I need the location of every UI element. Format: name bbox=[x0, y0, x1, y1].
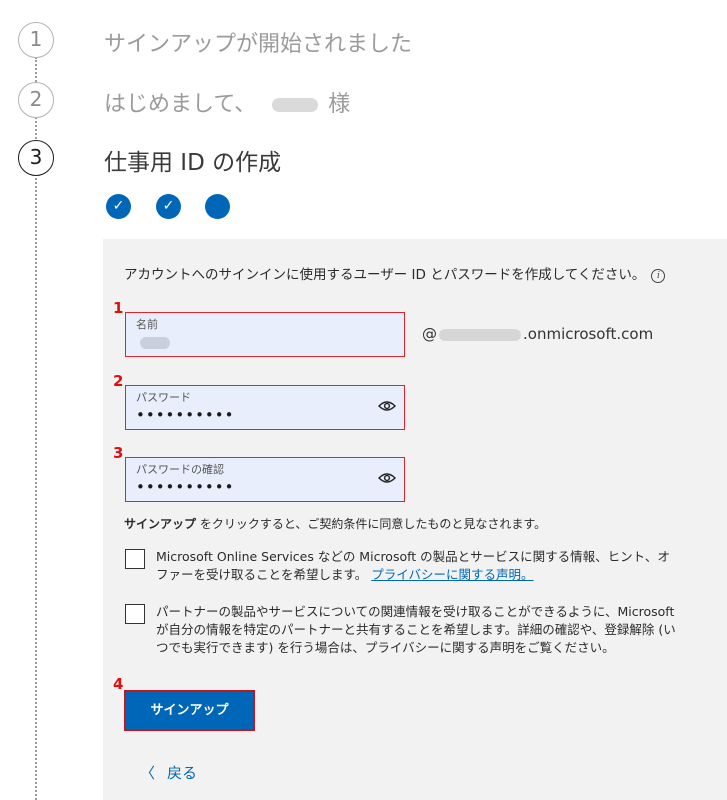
chevron-left-icon: 〈 bbox=[140, 764, 156, 782]
back-label: 戻る bbox=[167, 764, 198, 782]
progress-check-icon-1: ✓ bbox=[106, 194, 131, 219]
info-icon[interactable]: i bbox=[651, 269, 666, 283]
form-intro-text: アカウントへのサインインに使用するユーザー ID とパスワードを作成してください… bbox=[124, 267, 646, 283]
step-rail-1 bbox=[35, 57, 37, 85]
name-field[interactable]: 名前 bbox=[125, 312, 405, 357]
terms-notice: サインアップ をクリックすると、ご契約条件に同意したものと見なされます。 bbox=[124, 515, 546, 532]
partner-share-checkbox[interactable] bbox=[125, 604, 145, 624]
marker-1: 1 bbox=[113, 299, 124, 317]
step-1-number: 1 bbox=[18, 22, 54, 58]
marker-3: 3 bbox=[113, 444, 124, 462]
show-password-eye-icon[interactable] bbox=[378, 400, 396, 412]
domain-suffix: @ .onmicrosoft.com bbox=[422, 325, 653, 343]
partner-share-text: パートナーの製品やサービスについての関連情報を受け取ることができるように、Mic… bbox=[156, 604, 676, 655]
domain-text: .onmicrosoft.com bbox=[523, 325, 654, 343]
blurred-tenant-name bbox=[439, 328, 521, 341]
step-2-title: はじめまして、 様 bbox=[104, 86, 350, 118]
show-confirm-password-eye-icon[interactable] bbox=[378, 472, 396, 484]
terms-bold: サインアップ bbox=[124, 517, 197, 531]
confirm-password-field-label: パスワードの確認 bbox=[136, 463, 224, 476]
marketing-opt-in-text: Microsoft Online Services などの Microsoft … bbox=[156, 548, 676, 584]
back-link[interactable]: 〈戻る bbox=[140, 762, 197, 783]
domain-at: @ bbox=[422, 325, 437, 343]
password-field-value: •••••••••• bbox=[136, 406, 235, 424]
step-3-title: 仕事用 ID の作成 bbox=[104, 150, 282, 176]
step-2-number: 2 bbox=[18, 82, 54, 118]
step-rail-3 bbox=[35, 178, 37, 800]
step-3-number: 3 bbox=[18, 140, 54, 176]
progress-check-icon-2: ✓ bbox=[156, 194, 181, 219]
terms-rest: をクリックすると、ご契約条件に同意したものと見なされます。 bbox=[196, 517, 547, 531]
marker-2: 2 bbox=[113, 372, 124, 390]
name-field-label: 名前 bbox=[136, 318, 158, 331]
signup-button[interactable]: サインアップ bbox=[124, 690, 255, 731]
step-1-title: サインアップが開始されました bbox=[104, 32, 413, 57]
blurred-user-name bbox=[272, 98, 319, 112]
confirm-password-field-value: •••••••••• bbox=[136, 478, 235, 496]
name-field-value-blurred bbox=[140, 337, 170, 349]
password-field-label: パスワード bbox=[136, 391, 191, 404]
step-2-title-prefix: はじめまして、 bbox=[104, 92, 257, 117]
step-rail-2 bbox=[35, 117, 37, 139]
marker-4: 4 bbox=[113, 675, 124, 693]
privacy-statement-link[interactable]: プライバシーに関する声明。 bbox=[371, 567, 533, 582]
progress-current-dot bbox=[205, 194, 230, 219]
password-field[interactable]: パスワード •••••••••• bbox=[125, 385, 405, 430]
confirm-password-field[interactable]: パスワードの確認 •••••••••• bbox=[125, 457, 405, 502]
step-2-title-suffix: 様 bbox=[328, 92, 351, 117]
marketing-opt-in-checkbox[interactable] bbox=[125, 549, 145, 569]
form-intro: アカウントへのサインインに使用するユーザー ID とパスワードを作成してください… bbox=[124, 263, 666, 283]
